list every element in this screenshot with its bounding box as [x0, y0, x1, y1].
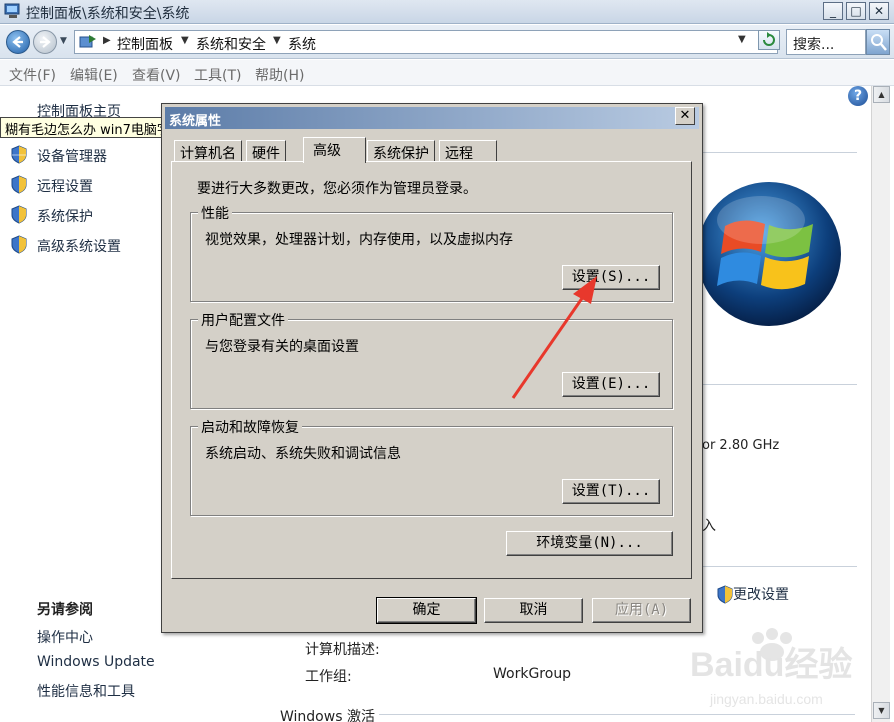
divider	[703, 384, 857, 385]
shield-icon	[11, 145, 27, 164]
shield-icon	[11, 205, 27, 224]
arrow-left-icon	[12, 36, 23, 48]
address-box[interactable]: ▶ 控制面板 ▼ 系统和安全 ▼ 系统	[74, 30, 778, 54]
tab-hardware[interactable]: 硬件	[246, 140, 286, 162]
baidu-watermark: Baidu经验 jingyan.baidu.com	[690, 628, 852, 707]
watermark-brand: Baidu经验	[690, 645, 852, 684]
divider	[703, 566, 857, 567]
close-button[interactable]: ✕	[869, 2, 889, 20]
tab-system-protection[interactable]: 系统保护	[367, 140, 435, 162]
apply-button[interactable]: 应用(A)	[592, 598, 691, 623]
red-arrow-annotation	[511, 276, 597, 399]
performance-group-desc: 视觉效果，处理器计划，内存使用，以及虚拟内存	[205, 232, 513, 248]
recent-pages-dropdown[interactable]: ▼	[60, 36, 67, 46]
shield-icon	[11, 235, 27, 254]
startup-recovery-group-desc: 系统启动、系统失败和调试信息	[205, 446, 401, 462]
environment-variables-button[interactable]: 环境变量(N)...	[506, 531, 673, 556]
see-also-heading: 另请参阅	[37, 602, 93, 618]
workgroup-value: WorkGroup	[493, 666, 572, 682]
search-icon	[871, 34, 887, 51]
admin-note: 要进行大多数更改，您必须作为管理员登录。	[197, 181, 477, 197]
scroll-up-button[interactable]: ▲	[873, 86, 890, 103]
control-panel-icon	[79, 35, 96, 48]
breadcrumb-control-panel[interactable]: 控制面板	[117, 34, 173, 54]
tab-remote[interactable]: 远程	[439, 140, 497, 162]
dialog-close-button[interactable]: ✕	[675, 107, 695, 125]
help-icon[interactable]: ?	[848, 86, 868, 106]
watermark-url: jingyan.baidu.com	[709, 691, 823, 707]
windows-update-link[interactable]: Windows Update	[37, 654, 155, 670]
task-pane: 控制面板主页 设备管理器 远程设置 系统保护 高级系统设置 另请参阅 操作中心 …	[0, 87, 160, 722]
breadcrumb-separator[interactable]: ▶	[103, 35, 111, 46]
menu-tools[interactable]: 工具(T)	[194, 65, 241, 85]
shield-icon	[717, 585, 733, 604]
device-manager-link[interactable]: 设备管理器	[37, 146, 107, 166]
computer-icon	[4, 3, 20, 18]
computer-description-label: 计算机描述:	[305, 642, 380, 658]
menu-edit[interactable]: 编辑(E)	[70, 65, 118, 85]
search-input[interactable]: 搜索...	[786, 29, 866, 55]
breadcrumb-separator[interactable]: ▼	[181, 35, 189, 46]
menu-help[interactable]: 帮助(H)	[255, 65, 304, 85]
windows-logo-icon	[697, 182, 841, 326]
refresh-icon	[763, 32, 775, 46]
processor-speed: or 2.80 GHz	[702, 438, 780, 453]
action-center-link[interactable]: 操作中心	[37, 627, 93, 647]
arrow-right-icon	[40, 36, 51, 48]
breadcrumb-separator[interactable]: ▼	[273, 35, 281, 46]
change-settings-label: 更改设置	[733, 587, 789, 603]
search-button[interactable]	[866, 29, 890, 55]
breadcrumb-system[interactable]: 系统	[288, 34, 316, 54]
dialog-titlebar[interactable]: 系统属性	[165, 107, 699, 129]
address-dropdown[interactable]: ▼	[738, 34, 746, 45]
menu-file[interactable]: 文件(F)	[9, 65, 56, 85]
window-titlebar: 控制面板\系统和安全\系统 _ □ ✕	[0, 0, 894, 24]
remote-settings-link[interactable]: 远程设置	[37, 176, 93, 196]
user-profiles-group-desc: 与您登录有关的桌面设置	[205, 339, 359, 355]
ok-button[interactable]: 确定	[376, 597, 477, 624]
cancel-button[interactable]: 取消	[484, 598, 583, 623]
maximize-button[interactable]: □	[846, 2, 866, 20]
workgroup-label: 工作组:	[305, 669, 352, 685]
change-settings-link[interactable]: 更改设置	[716, 584, 789, 604]
refresh-button[interactable]	[758, 30, 780, 50]
startup-recovery-group: 启动和故障恢复 系统启动、系统失败和调试信息 设置(T)...	[190, 417, 673, 516]
advanced-system-settings-link[interactable]: 高级系统设置	[37, 236, 121, 256]
shield-icon	[11, 175, 27, 194]
tab-advanced[interactable]: 高级	[303, 137, 366, 163]
back-button[interactable]	[6, 30, 30, 54]
memory-fragment-text: 入	[702, 518, 716, 534]
window-title: 控制面板\系统和安全\系统	[26, 6, 190, 22]
windows-activation-heading: Windows 激活	[280, 706, 379, 722]
menu-view[interactable]: 查看(V)	[132, 65, 181, 85]
minimize-button[interactable]: _	[823, 2, 843, 20]
divider	[703, 152, 857, 153]
dialog-title: 系统属性	[169, 114, 222, 129]
address-toolbar: ▼ ▶ 控制面板 ▼ 系统和安全 ▼ 系统 ▼ 搜索...	[0, 25, 894, 59]
startup-recovery-settings-button[interactable]: 设置(T)...	[562, 479, 660, 504]
user-profiles-group-title: 用户配置文件	[198, 310, 288, 330]
forward-button[interactable]	[33, 30, 57, 54]
menu-bar: 文件(F) 编辑(E) 查看(V) 工具(T) 帮助(H)	[0, 60, 894, 86]
tab-computer-name[interactable]: 计算机名	[174, 140, 242, 162]
system-protection-link[interactable]: 系统保护	[37, 206, 93, 226]
performance-group-title: 性能	[198, 203, 232, 223]
system-properties-dialog: 系统属性 ✕ 计算机名 硬件 高级 系统保护 远程 要进行大多数更改，您必须作为…	[161, 103, 703, 633]
breadcrumb-system-security[interactable]: 系统和安全	[196, 34, 266, 54]
performance-info-link[interactable]: 性能信息和工具	[37, 681, 135, 701]
startup-recovery-group-title: 启动和故障恢复	[198, 417, 302, 437]
